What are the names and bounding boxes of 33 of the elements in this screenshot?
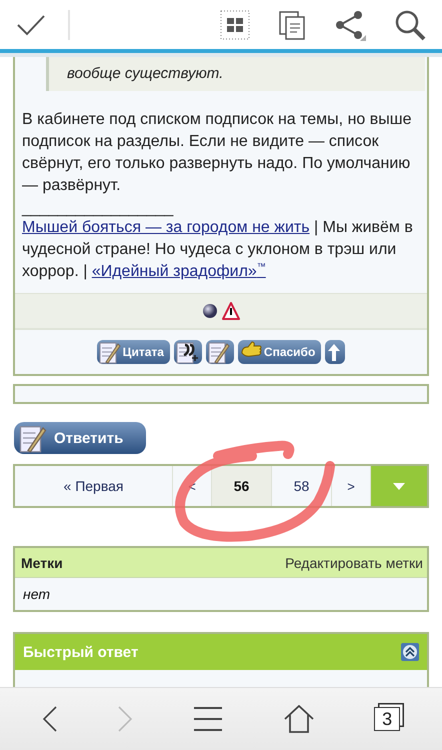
signature-link[interactable]: Мышей бояться — за городом не жить	[22, 219, 310, 236]
check-icon[interactable]	[16, 12, 46, 36]
back-icon[interactable]	[42, 705, 58, 733]
collapse-icon[interactable]	[401, 643, 419, 661]
edit-button[interactable]	[206, 340, 234, 364]
reply-button[interactable]: Ответить	[14, 422, 146, 454]
tags-value: нет	[23, 586, 50, 602]
signature-rule: _________________	[22, 201, 174, 217]
thanks-button[interactable]: Спасибо	[238, 340, 322, 364]
page-number[interactable]: 56	[212, 466, 272, 506]
share-icon[interactable]	[334, 8, 366, 40]
edit-tags-link[interactable]: Редактировать метки	[285, 554, 423, 570]
scroll-top-button[interactable]	[325, 340, 346, 364]
post-text: В кабинете под списком подписок на темы, но выше подписок на разделы. Если не видите — список свёрнут, его только развернуть надо. По умолчанию — развёрнут.	[22, 110, 412, 196]
quote-text: вообще существуют.	[67, 65, 224, 82]
page-link[interactable]: « Первая	[15, 466, 173, 506]
multiquote-button[interactable]	[174, 340, 202, 364]
quick-reply-title: Быстрый ответ	[23, 644, 138, 660]
tags-title: Метки	[21, 554, 63, 570]
document-pen-icon	[98, 340, 122, 364]
warning-icon[interactable]	[222, 302, 240, 320]
caret-icon	[392, 482, 406, 490]
menu-icon[interactable]	[192, 706, 223, 732]
document-pen-icon	[18, 423, 48, 453]
quote-button[interactable]: Цитата	[96, 340, 170, 364]
copy-icon[interactable]	[278, 10, 306, 40]
status-dot-icon	[202, 303, 218, 319]
home-icon[interactable]	[282, 705, 315, 733]
signature-link[interactable]: «Идейный зрадофил»$^{™}$	[92, 263, 266, 280]
grid-icon[interactable]	[220, 10, 250, 40]
search-icon[interactable]	[394, 8, 426, 40]
page-number[interactable]: 58	[272, 466, 332, 506]
signature-text: Мышей бояться — за городом не жить | Мы живём в чудесной стране! Но чудеса с уклоном в трэш или хоррор. | «Идейный зрадофил»$^{™}$	[22, 218, 414, 282]
